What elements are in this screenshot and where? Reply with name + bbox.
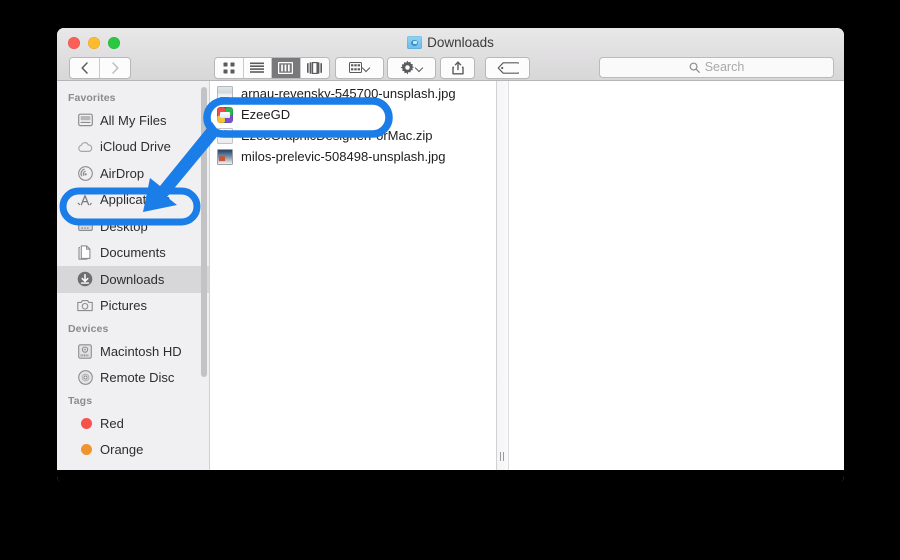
share-segment [440, 56, 475, 79]
chevron-down-icon [416, 64, 423, 71]
file-list-item[interactable]: EzeeGraphicDesignerForMac.zip [210, 125, 496, 146]
sidebar-scrollbar[interactable] [200, 87, 207, 377]
sidebar-section-favorites: Favorites [68, 92, 116, 104]
sidebar-section-devices: Devices [68, 323, 109, 335]
sidebar-item-label: All My Files [100, 112, 167, 128]
icloud-drive-icon [77, 139, 93, 155]
tag-dot-icon [77, 415, 93, 431]
tag-segment [485, 56, 530, 79]
sidebar-item-all-my-files[interactable]: All My Files [57, 107, 209, 134]
screenshot-stage: Downloads Search Favorites All My Files … [0, 0, 900, 560]
ezeegd-app-icon [217, 106, 233, 123]
sidebar-item-label: Documents [100, 245, 166, 261]
sidebar-item-label: Orange [100, 442, 144, 458]
documents-icon [77, 245, 93, 261]
sidebar-item-label: iCloud Drive [100, 139, 171, 155]
action-segment [387, 56, 436, 79]
window-title-label: Downloads [427, 35, 494, 50]
sidebar-item-label: Macintosh HD [100, 343, 182, 359]
downloads-folder-icon [407, 36, 423, 49]
arrange-segment [335, 56, 384, 79]
gear-icon [400, 60, 415, 75]
back-button[interactable] [70, 57, 100, 78]
sidebar-item-label: Pictures [100, 298, 147, 314]
desktop-icon [77, 218, 93, 234]
column-resize-grip [500, 452, 505, 461]
navigation-segment [69, 56, 131, 79]
sidebar-item-label: Desktop [100, 218, 148, 234]
sidebar-item-remote-disc[interactable]: Remote Disc [57, 365, 209, 392]
action-gear-button[interactable] [388, 57, 435, 78]
forward-button[interactable] [100, 57, 130, 78]
sidebar-item-label: Red [100, 415, 124, 431]
column-view-button[interactable] [272, 57, 301, 78]
finder-toolbar: Search [57, 54, 844, 81]
sidebar-item-label: Remote Disc [100, 370, 175, 386]
search-placeholder: Search [704, 60, 745, 74]
sidebar-item-applications[interactable]: Applications [57, 187, 209, 214]
coverflow-view-button[interactable] [300, 57, 329, 78]
hard-disk-icon [77, 343, 93, 359]
search-input[interactable]: Search [599, 56, 834, 78]
window-titlebar: Downloads Search [57, 28, 844, 81]
sidebar-item-icloud-drive[interactable]: iCloud Drive [57, 134, 209, 161]
pictures-icon [77, 298, 93, 314]
sidebar-item-desktop[interactable]: Desktop [57, 213, 209, 240]
zip-archive-icon [217, 127, 233, 144]
list-view-icon [250, 62, 265, 73]
sidebar-item-tag-red[interactable]: Red [57, 410, 209, 437]
list-view-button[interactable] [243, 57, 272, 78]
window-bottom-crop [57, 470, 844, 484]
column-view-icon [278, 61, 294, 74]
file-list-column[interactable]: arnau-revensky-545700-unsplash.jpg EzeeG… [210, 81, 497, 483]
preview-column[interactable] [497, 81, 844, 483]
file-list-item-ezeegd[interactable]: EzeeGD [210, 104, 496, 125]
sidebar-section-tags: Tags [68, 395, 93, 407]
finder-window: Downloads Search Favorites All My Files … [57, 28, 844, 483]
finder-body: Favorites All My Files iCloud Drive AirD… [57, 81, 844, 483]
sidebar-item-label: Downloads [100, 271, 165, 287]
file-name-label: milos-prelevic-508498-unsplash.jpg [241, 149, 446, 164]
jpg-photo-icon [217, 85, 233, 102]
applications-icon [77, 192, 93, 208]
tag-icon [497, 61, 519, 74]
all-my-files-icon [77, 112, 93, 128]
sidebar-item-pictures[interactable]: Pictures [57, 293, 209, 320]
file-name-label: EzeeGD [241, 107, 291, 122]
tag-button[interactable] [486, 57, 529, 78]
file-list-item[interactable]: milos-prelevic-508498-unsplash.jpg [210, 146, 496, 167]
view-mode-segment [214, 56, 330, 79]
share-icon [451, 60, 464, 74]
chevron-right-icon [111, 61, 119, 74]
file-name-label: EzeeGraphicDesignerForMac.zip [241, 128, 433, 143]
coverflow-view-icon [307, 61, 323, 74]
chevron-down-icon [363, 64, 370, 71]
sidebar-item-label: AirDrop [100, 165, 145, 181]
jpg-photo-icon [217, 148, 233, 165]
window-title: Downloads [57, 35, 844, 50]
sidebar-item-documents[interactable]: Documents [57, 240, 209, 267]
sidebar-item-airdrop[interactable]: AirDrop [57, 160, 209, 187]
tag-dot-icon [77, 442, 93, 458]
search-icon [689, 62, 700, 73]
airdrop-icon [77, 165, 93, 181]
downloads-icon [77, 271, 93, 287]
finder-sidebar[interactable]: Favorites All My Files iCloud Drive AirD… [57, 81, 210, 483]
file-name-label: arnau-revensky-545700-unsplash.jpg [241, 86, 456, 101]
icon-view-icon [223, 62, 235, 73]
chevron-left-icon [81, 61, 88, 74]
file-list-item[interactable]: arnau-revensky-545700-unsplash.jpg [210, 83, 496, 104]
sidebar-item-label: Applications [100, 192, 171, 208]
arrange-icon [349, 62, 362, 73]
share-button[interactable] [441, 57, 474, 78]
sidebar-item-downloads[interactable]: Downloads [57, 266, 209, 293]
sidebar-item-macintosh-hd[interactable]: Macintosh HD [57, 338, 209, 365]
column-resize-handle[interactable] [497, 81, 509, 483]
icon-view-button[interactable] [215, 57, 244, 78]
arrange-button[interactable] [336, 57, 383, 78]
optical-disc-icon [77, 370, 93, 386]
sidebar-item-tag-orange[interactable]: Orange [57, 437, 209, 464]
